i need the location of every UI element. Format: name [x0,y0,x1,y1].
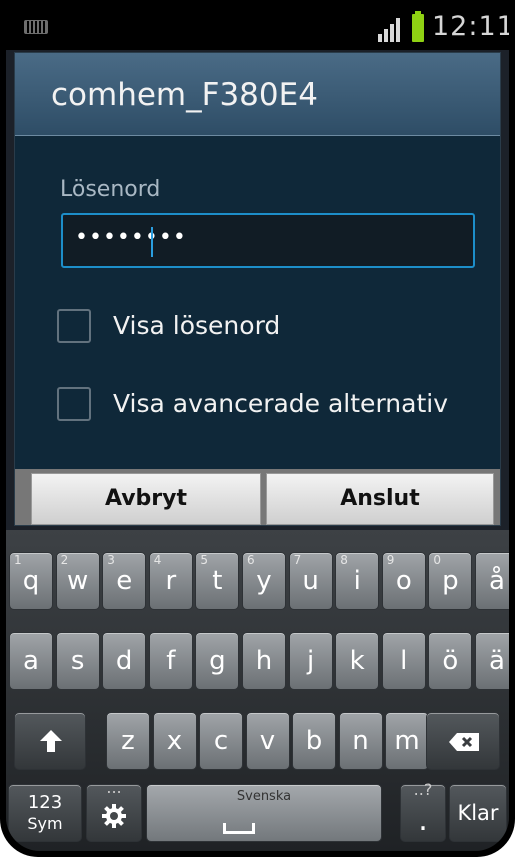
key-o[interactable]: o9 [381,552,426,610]
key-ö[interactable]: ö [428,632,473,690]
key-ä[interactable]: ä [475,632,509,690]
space-key[interactable]: Svenska [146,784,382,842]
key-p-number-hint: 0 [433,553,442,567]
key-e[interactable]: e3 [102,552,147,610]
shift-key[interactable] [14,712,86,770]
screen: 12:11 comhem_F380E4 Lösenord •••••••• Vi… [6,0,509,851]
key-y-number-hint: 6 [247,553,255,567]
period-key[interactable]: ..? . [400,781,446,842]
dialog-button-row: Avbryt Anslut [15,469,500,525]
connect-button[interactable]: Anslut [266,473,494,525]
key-d[interactable]: d [102,632,147,690]
space-key-language: Svenska [236,789,292,804]
key-w-number-hint: 2 [60,553,69,567]
key-q[interactable]: q1 [9,552,53,610]
key-h[interactable]: h [242,632,286,690]
key-t-number-hint: 5 [200,553,209,567]
dialog-title: comhem_F380E4 [51,77,318,113]
signal-icon [378,18,404,42]
key-a[interactable]: a [9,632,53,690]
key-k[interactable]: k [335,632,380,690]
key-x[interactable]: x [152,712,197,770]
key-m[interactable]: m [385,712,429,770]
password-label: Lösenord [60,177,161,202]
show-advanced-checkbox[interactable] [57,387,91,421]
symbols-key-top: 123 [27,792,63,813]
key-f[interactable]: f [148,632,193,690]
shift-icon [40,730,62,752]
key-i[interactable]: i8 [335,552,380,610]
key-s[interactable]: s [55,632,100,690]
key-g[interactable]: g [195,632,240,690]
show-advanced-label[interactable]: Visa avancerade alternativ [113,389,448,418]
key-o-number-hint: 9 [386,553,395,567]
keyboard-status-icon [24,20,48,34]
battery-icon [412,11,424,42]
gear-icon [102,804,126,828]
key-v[interactable]: v [245,712,290,770]
key-c[interactable]: c [199,712,243,770]
dialog-title-bar: comhem_F380E4 [15,53,500,136]
key-n[interactable]: n [338,712,383,770]
wifi-password-dialog: comhem_F380E4 Lösenord •••••••• Visa lös… [14,52,501,526]
key-b[interactable]: b [292,712,336,770]
space-icon [223,823,255,834]
key-e-number-hint: 3 [107,553,115,567]
settings-key-hint: ... [106,778,122,797]
backspace-icon [449,733,479,751]
status-time: 12:11 [432,11,509,42]
keyboard: q1w2e3r4t5y6u7i8o9p0å asdfghjklöä zxcvbn… [6,530,509,851]
text-cursor [151,227,153,257]
symbols-key-bottom: Sym [27,814,63,833]
key-j[interactable]: j [288,632,333,690]
key-y[interactable]: y6 [242,552,286,610]
key-r[interactable]: r4 [148,552,193,610]
key-u-number-hint: 7 [293,553,302,567]
key-z[interactable]: z [106,712,150,770]
status-bar: 12:11 [6,0,509,50]
password-value: •••••••• [75,225,187,250]
key-r-number-hint: 4 [153,553,162,567]
key-u[interactable]: u7 [288,552,333,610]
done-key[interactable]: Klar [449,784,507,842]
key-t[interactable]: t5 [195,552,240,610]
backspace-key[interactable] [426,712,500,770]
key-å[interactable]: å [475,552,509,610]
show-password-label[interactable]: Visa lösenord [113,311,280,340]
key-p[interactable]: p0 [428,552,473,610]
phone-frame: 12:11 comhem_F380E4 Lösenord •••••••• Vi… [0,0,515,857]
cancel-button[interactable]: Avbryt [31,473,261,525]
password-input[interactable]: •••••••• [61,213,475,268]
show-password-checkbox[interactable] [57,309,91,343]
key-w[interactable]: w2 [55,552,100,610]
key-i-number-hint: 8 [340,553,348,567]
symbols-key[interactable]: 123 Sym [8,784,82,842]
key-l[interactable]: l [381,632,426,690]
period-key-label: . [418,803,428,838]
settings-key[interactable]: ... [86,779,142,842]
key-q-number-hint: 1 [14,553,22,567]
